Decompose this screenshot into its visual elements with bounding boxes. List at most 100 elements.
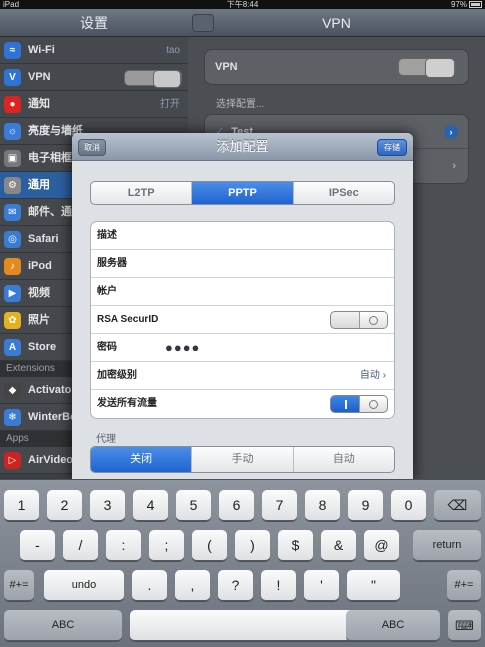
brightness-icon: ☼ [4, 123, 21, 140]
save-button[interactable]: 存储 [377, 139, 407, 156]
proxy-off[interactable]: 关闭 [91, 447, 192, 472]
key-7[interactable]: 7 [262, 490, 297, 521]
proxy-segmented-control: 关闭 手动 自动 [90, 446, 395, 473]
send-all-label: 发送所有流量 [97, 398, 157, 409]
key-0[interactable]: 0 [391, 490, 426, 521]
modal-nav-bar: 取消 添加配置 存储 [72, 133, 413, 161]
key-1[interactable]: 1 [4, 490, 39, 521]
modal-title: 添加配置 [216, 139, 269, 154]
symbols-key-right[interactable]: #+= [447, 570, 481, 601]
abc-key-right[interactable]: ABC [346, 610, 440, 641]
photo-frame-icon: ▣ [4, 150, 21, 167]
airvideo-icon: ▷ [4, 452, 21, 469]
video-icon: ▶ [4, 285, 21, 302]
proxy-label: 代理 [96, 434, 116, 445]
key-9[interactable]: 9 [348, 490, 383, 521]
vpn-row: VPN [205, 50, 468, 84]
add-config-modal: 取消 添加配置 存储 L2TP PPTP IPSec 描述 服务器 帐户 RSA… [72, 133, 413, 479]
gear-icon: ⚙ [4, 177, 21, 194]
proxy-manual[interactable]: 手动 [191, 447, 292, 472]
type-l2tp[interactable]: L2TP [91, 182, 191, 204]
password-field[interactable]: 密码 ●●●● [91, 334, 394, 362]
sidebar-item-notifications[interactable]: ● 通知 打开 [0, 91, 188, 118]
status-bar: iPad 下午8:44 97% [0, 0, 485, 9]
description-label: 描述 [97, 230, 117, 241]
encryption-row[interactable]: 加密级别 自动 › [91, 362, 394, 390]
symbols-key-left[interactable]: #+= [4, 570, 34, 601]
key-apostrophe[interactable]: ' [304, 570, 339, 601]
description-field[interactable]: 描述 [91, 222, 394, 250]
rsa-row: RSA SecurID [91, 306, 394, 334]
sidebar-item-wifi[interactable]: ≈ Wi-Fi tao [0, 37, 188, 64]
mail-icon: ✉ [4, 204, 21, 221]
key-question[interactable]: ? [218, 570, 253, 601]
space-key[interactable] [130, 610, 370, 641]
key-exclamation[interactable]: ! [261, 570, 296, 601]
password-value: ●●●● [165, 340, 201, 355]
ipod-icon: ♪ [4, 258, 21, 275]
key-period[interactable]: . [132, 570, 167, 601]
back-button[interactable] [192, 14, 214, 32]
key-lparen[interactable]: ( [192, 530, 227, 561]
key-2[interactable]: 2 [47, 490, 82, 521]
key-4[interactable]: 4 [133, 490, 168, 521]
key-rparen[interactable]: ) [235, 530, 270, 561]
chevron-right-icon: › [452, 160, 456, 172]
sidebar-item-label: 通知 [28, 98, 50, 110]
encryption-label: 加密级别 [97, 370, 137, 381]
config-form: 描述 服务器 帐户 RSA SecurID 密码 ●●●● 加密级别 自动 › … [90, 221, 395, 419]
key-8[interactable]: 8 [305, 490, 340, 521]
backspace-key[interactable]: ⌫ [434, 490, 481, 521]
undo-key[interactable]: undo [44, 570, 124, 601]
sidebar-item-label: 通用 [28, 179, 50, 191]
sidebar-item-value: tao [166, 45, 180, 56]
hide-keyboard-key[interactable]: ⌨ [448, 610, 481, 641]
sidebar-item-label: Wi-Fi [28, 44, 55, 56]
key-dash[interactable]: - [20, 530, 55, 561]
activator-icon: ◆ [4, 382, 21, 399]
sidebar-item-label: VPN [28, 71, 51, 83]
key-at[interactable]: @ [364, 530, 399, 561]
key-colon[interactable]: : [106, 530, 141, 561]
key-quote[interactable]: " [347, 570, 400, 601]
proxy-auto[interactable]: 自动 [292, 447, 394, 472]
sidebar-item-label: iPod [28, 260, 52, 272]
vpn-type-segmented-control: L2TP PPTP IPSec [90, 181, 395, 205]
encryption-value: 自动 › [359, 370, 386, 381]
sidebar-item-value: 打开 [160, 99, 180, 110]
key-3[interactable]: 3 [90, 490, 125, 521]
key-5[interactable]: 5 [176, 490, 211, 521]
account-field[interactable]: 帐户 [91, 278, 394, 306]
sidebar-item-vpn[interactable]: V VPN [0, 64, 188, 91]
key-6[interactable]: 6 [219, 490, 254, 521]
server-field[interactable]: 服务器 [91, 250, 394, 278]
type-pptp[interactable]: PPTP [191, 182, 293, 204]
key-dollar[interactable]: $ [278, 530, 313, 561]
rsa-toggle[interactable] [330, 311, 388, 329]
key-ampersand[interactable]: & [321, 530, 356, 561]
notification-icon: ● [4, 96, 21, 113]
send-all-toggle[interactable] [330, 395, 388, 413]
key-comma[interactable]: , [175, 570, 210, 601]
vpn-icon: V [4, 69, 21, 86]
store-icon: A [4, 339, 21, 356]
info-icon[interactable]: › [444, 125, 458, 139]
sidebar-item-label: AirVideo [28, 454, 74, 466]
key-slash[interactable]: / [63, 530, 98, 561]
abc-key-left[interactable]: ABC [4, 610, 122, 641]
sidebar-item-label: Activator [28, 384, 76, 396]
detail-title: VPN [322, 15, 351, 31]
key-semicolon[interactable]: ; [149, 530, 184, 561]
vpn-toggle[interactable] [398, 58, 456, 78]
vpn-switch[interactable] [124, 70, 182, 88]
server-label: 服务器 [97, 258, 127, 269]
vpn-row-label: VPN [215, 61, 238, 73]
sidebar-item-label: 电子相框 [28, 152, 72, 164]
wifi-icon: ≈ [4, 42, 21, 59]
sidebar-item-label: Store [28, 341, 57, 353]
return-key[interactable]: return [413, 530, 481, 561]
type-ipsec[interactable]: IPSec [292, 182, 394, 204]
send-all-row: 发送所有流量 [91, 390, 394, 418]
keyboard: 1 2 3 4 5 6 7 8 9 0 ⌫ - / : ; ( ) $ & @ … [0, 479, 485, 647]
cancel-button[interactable]: 取消 [78, 139, 106, 156]
